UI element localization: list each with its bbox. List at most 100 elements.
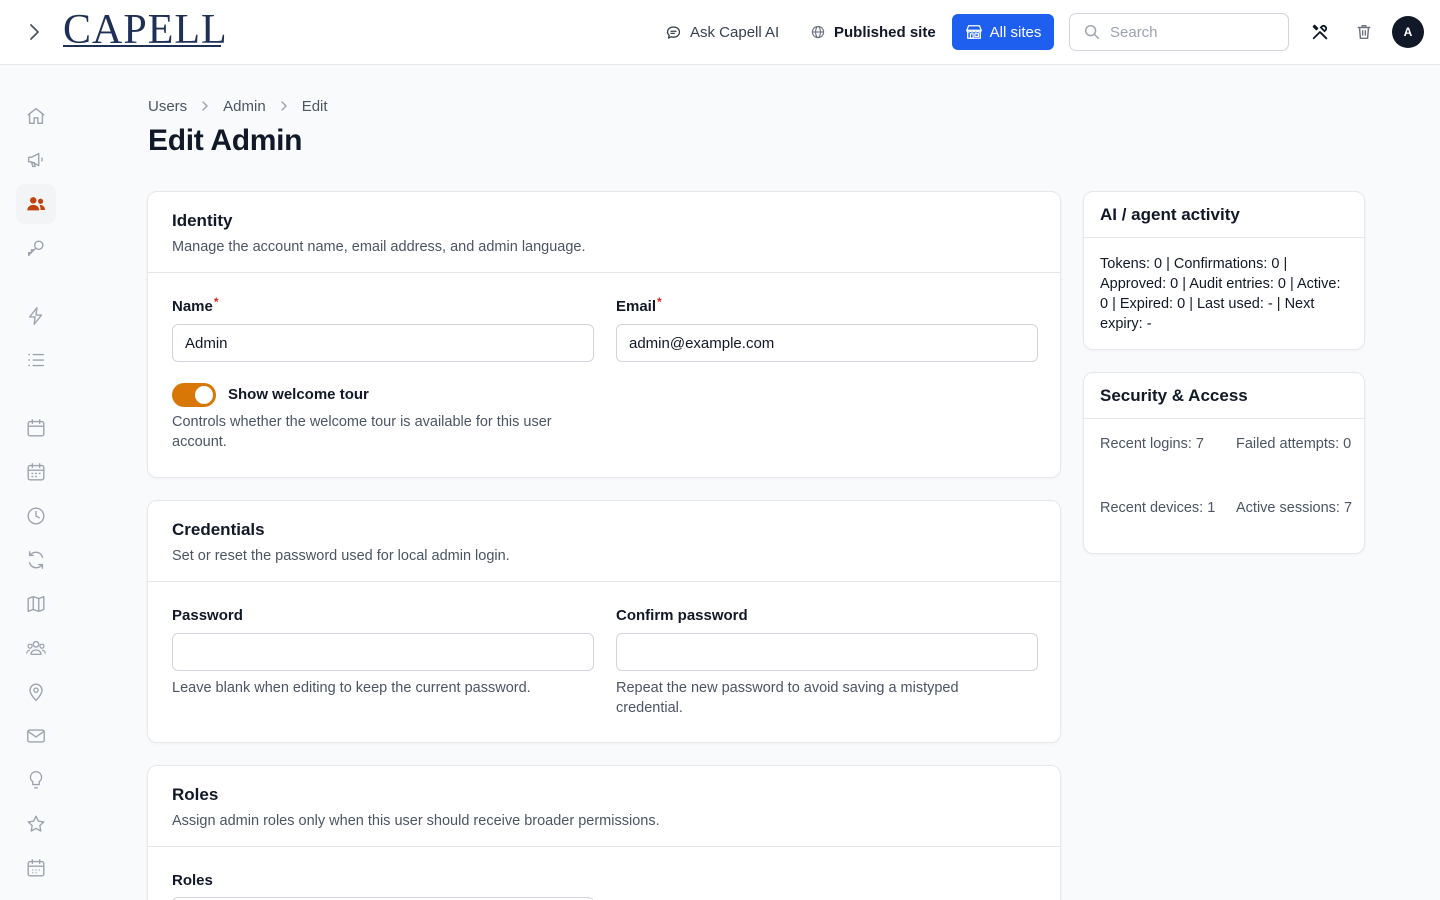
logo-underline	[63, 45, 221, 47]
credentials-card-header: Credentials Set or reset the password us…	[148, 501, 1060, 582]
recent-logins: Recent logins: 7	[1100, 436, 1204, 452]
mail-icon	[27, 729, 45, 743]
active-sessions: Active sessions: 7	[1236, 500, 1353, 516]
list-icon	[28, 353, 45, 367]
home-icon	[27, 107, 45, 125]
published-site-link[interactable]: Published site	[810, 20, 936, 44]
top-bar: CAPELL Ask Capell AI Published site All …	[0, 0, 1440, 65]
roles-title: Roles	[172, 785, 219, 804]
refresh-icon	[28, 551, 44, 569]
megaphone-icon	[27, 152, 43, 168]
calendar-grid-icon	[27, 463, 45, 481]
chat-bubble-icon	[666, 25, 681, 39]
required-marker: *	[213, 295, 219, 309]
sidebar-item-mail[interactable]	[16, 716, 56, 756]
breadcrumb: Users Admin Edit	[148, 96, 328, 116]
lightbulb-icon	[29, 771, 43, 789]
welcome-tour-hint: Controls whether the welcome tour is ava…	[172, 414, 552, 450]
building-storefront-icon	[965, 25, 982, 39]
failed-attempts: Failed attempts: 0	[1236, 436, 1352, 452]
identity-title: Identity	[172, 211, 233, 230]
password-hint: Leave blank when editing to keep the cur…	[172, 680, 531, 696]
trash-icon	[1357, 24, 1371, 40]
roles-card-header: Roles Assign admin roles only when this …	[148, 766, 1060, 847]
security-title: Security & Access	[1084, 373, 1364, 419]
ai-activity-card: AI / agent activity Tokens: 0 | Confirma…	[1083, 191, 1365, 350]
roles-description: Assign admin roles only when this user s…	[172, 813, 660, 829]
welcome-tour-toggle[interactable]	[172, 383, 216, 407]
sidebar	[0, 65, 72, 900]
sidebar-item-api-keys[interactable]	[16, 228, 56, 268]
recent-devices: Recent devices: 1	[1100, 500, 1216, 516]
sidebar-item-history[interactable]	[16, 496, 56, 536]
ai-activity-summary: Tokens: 0 | Confirmations: 0 | Approved:…	[1100, 256, 1341, 332]
roles-card: Roles Assign admin roles only when this …	[147, 765, 1061, 900]
name-label-text: Name	[172, 298, 213, 315]
map-icon	[27, 595, 45, 613]
sidebar-item-schedule[interactable]	[16, 452, 56, 492]
toggle-knob	[195, 386, 213, 404]
chevron-right-icon	[278, 100, 290, 112]
published-site-label: Published site	[834, 23, 936, 41]
clock-icon	[27, 507, 45, 525]
identity-card: Identity Manage the account name, email …	[147, 191, 1061, 478]
email-label-text: Email	[616, 298, 657, 315]
ask-ai-link[interactable]: Ask Capell AI	[665, 20, 779, 44]
trash-button[interactable]	[1352, 20, 1376, 44]
search-box[interactable]	[1069, 13, 1289, 51]
search-input[interactable]	[1110, 23, 1270, 41]
credentials-card: Credentials Set or reset the password us…	[147, 500, 1061, 743]
sidebar-toggle-button[interactable]	[22, 20, 46, 44]
globe-icon	[811, 25, 825, 39]
calendar-icon	[27, 419, 45, 437]
search-icon	[1084, 24, 1100, 40]
chevron-right-icon	[199, 100, 211, 112]
breadcrumb-admin[interactable]: Admin	[223, 98, 266, 115]
sidebar-item-home[interactable]	[16, 96, 56, 136]
identity-card-header: Identity Manage the account name, email …	[148, 192, 1060, 273]
star-icon	[27, 815, 45, 832]
all-sites-button[interactable]: All sites	[952, 14, 1054, 50]
sidebar-item-groups[interactable]	[16, 628, 56, 668]
credentials-title: Credentials	[172, 520, 265, 539]
sidebar-item-events[interactable]	[16, 848, 56, 888]
chevron-right-icon	[30, 24, 39, 40]
sidebar-item-sync[interactable]	[16, 540, 56, 580]
password-label: Password	[172, 607, 243, 624]
breadcrumb-users[interactable]: Users	[148, 98, 187, 115]
tools-button[interactable]	[1308, 20, 1332, 44]
name-label: Name*	[172, 295, 219, 315]
user-group-icon	[26, 640, 46, 656]
sidebar-item-calendar[interactable]	[16, 408, 56, 448]
breadcrumb-edit: Edit	[301, 97, 328, 115]
all-sites-label: All sites	[989, 23, 1042, 41]
sidebar-item-automations[interactable]	[16, 296, 56, 336]
key-icon	[27, 240, 44, 257]
users-icon	[27, 197, 45, 211]
sidebar-item-announcements[interactable]	[16, 140, 56, 180]
email-label: Email*	[616, 295, 662, 315]
security-card: Security & Access Recent logins: 7 Faile…	[1083, 372, 1365, 554]
sidebar-item-lists[interactable]	[16, 340, 56, 380]
password-field[interactable]	[172, 633, 594, 671]
sidebar-item-favorites[interactable]	[16, 804, 56, 844]
email-field[interactable]	[616, 324, 1038, 362]
wrench-screwdriver-icon	[1312, 24, 1328, 40]
page-title: Edit Admin	[148, 124, 303, 157]
ask-ai-label: Ask Capell AI	[690, 23, 780, 41]
calendar-days-icon	[27, 859, 45, 877]
roles-label: Roles	[172, 872, 213, 889]
bolt-icon	[28, 307, 43, 325]
sidebar-item-map[interactable]	[16, 584, 56, 624]
avatar[interactable]: A	[1392, 16, 1424, 48]
credentials-description: Set or reset the password used for local…	[172, 548, 510, 564]
required-marker: *	[657, 295, 662, 309]
sidebar-item-locations[interactable]	[16, 672, 56, 712]
identity-description: Manage the account name, email address, …	[172, 239, 586, 255]
map-pin-icon	[29, 683, 43, 702]
name-field[interactable]	[172, 324, 594, 362]
sidebar-item-ideas[interactable]	[16, 760, 56, 800]
sidebar-item-users[interactable]	[16, 184, 56, 224]
welcome-tour-label: Show welcome tour	[228, 386, 369, 403]
confirm-password-field[interactable]	[616, 633, 1038, 671]
